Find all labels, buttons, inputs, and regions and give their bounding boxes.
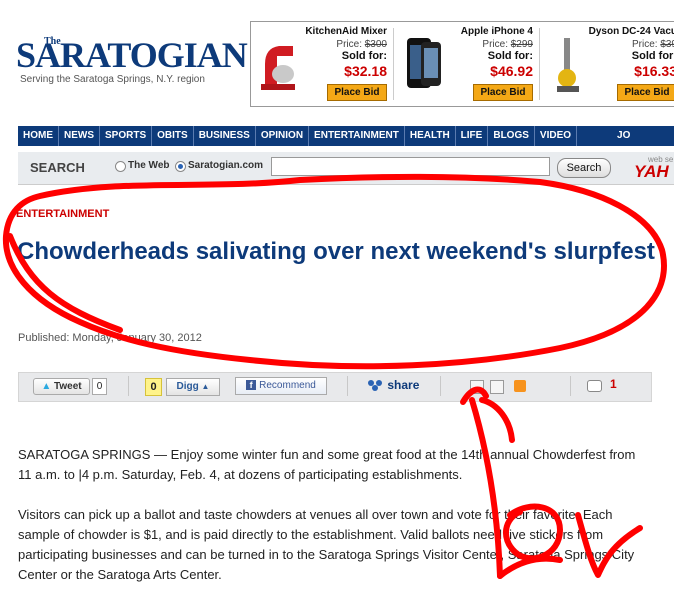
- place-bid-button[interactable]: Place Bid: [473, 84, 533, 101]
- tweet-label: Tweet: [54, 381, 82, 392]
- ad-item-iphone[interactable]: Apple iPhone 4 Price: $299 Sold for: $46…: [395, 22, 537, 106]
- published-date: Published: Monday, January 30, 2012: [18, 332, 202, 344]
- facebook-icon: f: [246, 380, 257, 390]
- radio-saratogian-label[interactable]: Saratogian.com: [188, 160, 263, 171]
- nav-video[interactable]: VIDEO: [535, 126, 578, 146]
- article-paragraph: Visitors can pick up a ballot and taste …: [18, 507, 635, 582]
- tweet-count: 0: [92, 378, 107, 395]
- ad-sold-for: Sold for:: [631, 50, 674, 62]
- radio-saratogian[interactable]: [175, 161, 186, 172]
- radio-the-web[interactable]: [115, 161, 126, 172]
- ad-divider: [539, 28, 540, 100]
- search-button[interactable]: Search: [557, 158, 611, 178]
- ad-price: Price: $39: [631, 39, 674, 50]
- ad-item-vacuum[interactable]: Dyson DC-24 Vacu Price: $39 Sold for: $1…: [541, 22, 674, 106]
- share-label: share: [387, 378, 420, 392]
- nav-opinion[interactable]: OPINION: [256, 126, 310, 146]
- nav-blogs[interactable]: BLOGS: [488, 126, 535, 146]
- search-label: SEARCH: [30, 160, 85, 175]
- ad-bid: $16.33: [634, 63, 674, 79]
- nav-business[interactable]: BUSINESS: [194, 126, 256, 146]
- main-nav: HOME NEWS SPORTS OBITS BUSINESS OPINION …: [18, 126, 674, 146]
- search-input[interactable]: [271, 157, 550, 176]
- ad-name: Apple iPhone 4: [460, 26, 533, 37]
- site-tagline: Serving the Saratoga Springs, N.Y. regio…: [20, 74, 205, 85]
- digg-count: 0: [145, 378, 162, 396]
- nav-news[interactable]: NEWS: [59, 126, 100, 146]
- nav-life[interactable]: LIFE: [456, 126, 489, 146]
- share-bar: [18, 372, 652, 402]
- rss-icon[interactable]: [514, 380, 526, 392]
- place-bid-button[interactable]: Place Bid: [617, 84, 674, 101]
- ad-sold-for: Sold for:: [487, 50, 533, 62]
- radio-the-web-label[interactable]: The Web: [128, 160, 169, 171]
- ad-bid: $32.18: [344, 63, 387, 79]
- divider: [570, 376, 571, 396]
- tweet-button[interactable]: ▲ Tweet: [33, 378, 90, 395]
- mixer-icon: [261, 46, 295, 90]
- divider: [440, 376, 441, 396]
- comment-icon[interactable]: [587, 380, 602, 392]
- recommend-label: Recommend: [259, 380, 316, 391]
- nav-home[interactable]: HOME: [18, 126, 59, 146]
- article-headline: Chowderheads salivating over next weeken…: [17, 238, 655, 265]
- article-paragraph: SARATOGA SPRINGS — Enjoy some winter fun…: [18, 447, 636, 482]
- divider: [347, 376, 348, 396]
- section-label[interactable]: ENTERTAINMENT: [16, 208, 109, 220]
- email-icon[interactable]: [470, 380, 484, 394]
- nav-jobs[interactable]: JO: [577, 126, 635, 146]
- digg-button[interactable]: Digg ▲: [166, 378, 220, 396]
- digg-arrow-icon: ▲: [201, 382, 210, 391]
- share-icon: [368, 380, 382, 392]
- divider: [128, 376, 129, 396]
- phone-icon: [407, 38, 441, 88]
- yahoo-logo: YAH: [634, 162, 669, 181]
- nav-sports[interactable]: SPORTS: [100, 126, 153, 146]
- ad-banner[interactable]: KitchenAid Mixer Price: $300 Sold for: $…: [250, 21, 674, 107]
- twitter-icon: ▲: [41, 381, 52, 392]
- ad-price: Price: $299: [482, 39, 533, 50]
- digg-label: Digg: [176, 381, 199, 392]
- facebook-recommend-button[interactable]: f Recommend: [235, 377, 327, 395]
- print-icon[interactable]: [490, 380, 504, 394]
- comment-count[interactable]: 1: [610, 377, 617, 391]
- article-body: SARATOGA SPRINGS — Enjoy some winter fun…: [18, 445, 643, 605]
- vacuum-icon: [557, 38, 579, 92]
- ad-name: KitchenAid Mixer: [305, 26, 387, 37]
- place-bid-button[interactable]: Place Bid: [327, 84, 387, 101]
- ad-item-mixer[interactable]: KitchenAid Mixer Price: $300 Sold for: $…: [251, 22, 391, 106]
- nav-health[interactable]: HEALTH: [405, 126, 456, 146]
- ad-divider: [393, 28, 394, 100]
- ad-bid: $46.92: [490, 63, 533, 79]
- ad-sold-for: Sold for:: [341, 50, 387, 62]
- nav-entertainment[interactable]: ENTERTAINMENT: [309, 126, 405, 146]
- ad-price: Price: $300: [336, 39, 387, 50]
- logo-the: The: [44, 36, 61, 47]
- share-button[interactable]: share: [367, 378, 419, 392]
- ad-name: Dyson DC-24 Vacu: [588, 26, 674, 37]
- nav-obits[interactable]: OBITS: [152, 126, 194, 146]
